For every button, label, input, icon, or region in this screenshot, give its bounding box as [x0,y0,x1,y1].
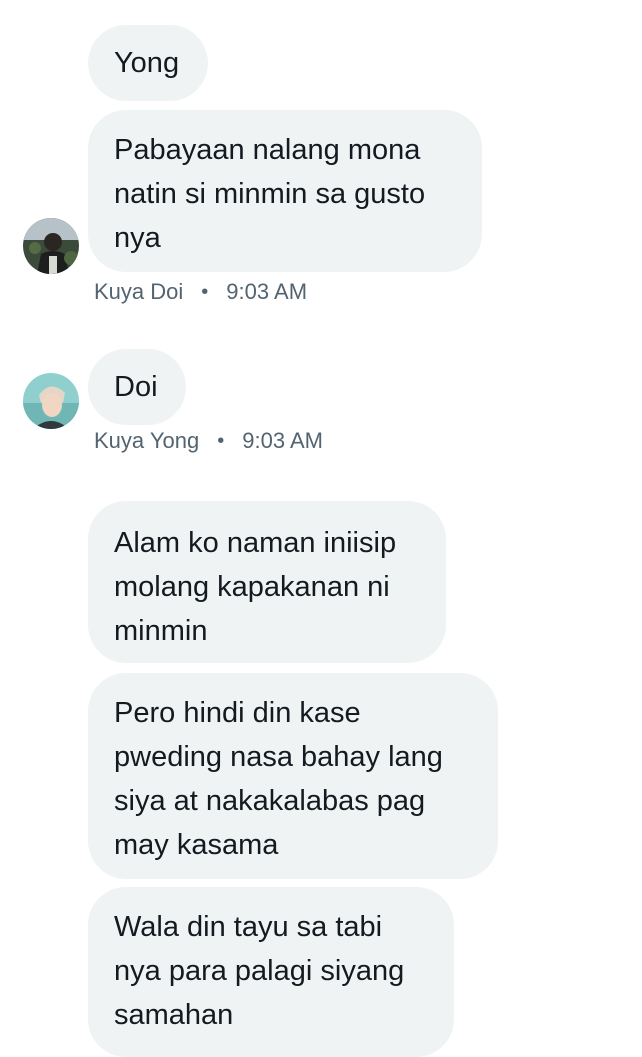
message-bubble[interactable]: Pabayaan nalang mona natin si minmin sa … [88,110,482,272]
avatar-photo-icon [23,218,79,274]
message-meta: Kuya Yong • 9:03 AM [94,428,323,454]
separator-dot: • [201,281,209,303]
message-time: 9:03 AM [242,428,323,453]
avatar-photo-icon [23,373,79,429]
message-meta: Kuya Doi • 9:03 AM [94,279,307,305]
separator-dot: • [217,430,225,452]
message-bubble[interactable]: Yong [88,25,208,101]
avatar-kuya-doi[interactable] [23,218,79,274]
message-bubble[interactable]: Doi [88,349,186,425]
sender-name[interactable]: Kuya Doi [94,279,183,304]
message-time: 9:03 AM [226,279,308,304]
avatar-kuya-yong[interactable] [23,373,79,429]
message-bubble[interactable]: Alam ko naman iniisip molang kapakanan n… [88,501,446,663]
message-bubble[interactable]: Pero hindi din kase pweding nasa bahay l… [88,673,498,879]
message-bubble[interactable]: Wala din tayu sa tabi nya para palagi si… [88,887,454,1057]
sender-name[interactable]: Kuya Yong [94,428,199,453]
